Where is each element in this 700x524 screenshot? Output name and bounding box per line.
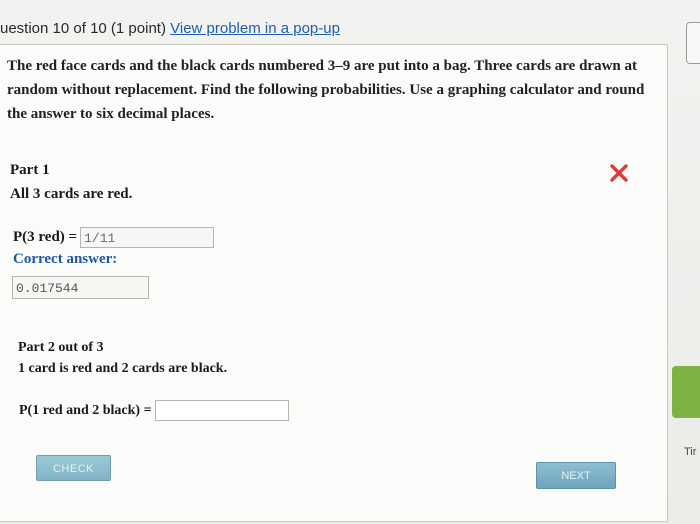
screen: uestion 10 of 10 (1 point) View problem … (0, 0, 700, 524)
part1-prob-label: P(3 red) = (13, 229, 78, 245)
part2-answer-input[interactable] (154, 400, 289, 421)
question-label: uestion 10 of 10 (1 point) (0, 20, 166, 37)
wrong-x-icon (610, 164, 628, 182)
question-header: uestion 10 of 10 (1 point) View problem … (0, 20, 340, 37)
part2-description: 1 card is red and 2 cards are black. (18, 361, 228, 376)
part1-answer-row: P(3 red) = 1/11 (13, 227, 215, 248)
part2-answer-row: P(1 red and 2 black) = (19, 400, 289, 421)
side-panel-tab[interactable] (686, 22, 700, 64)
part1-label: Part 1 (10, 162, 50, 178)
side-green-tab[interactable] (672, 366, 700, 418)
part1-description: All 3 cards are red. (10, 186, 133, 202)
correct-answer-value: 0.017544 (12, 276, 149, 299)
part2-label: Part 2 out of 3 (18, 340, 104, 355)
question-panel: The red face cards and the black cards n… (0, 44, 668, 522)
correct-answer-label: Correct answer: (13, 251, 118, 267)
check-button[interactable]: CHECK (36, 455, 111, 481)
part2-prob-label: P(1 red and 2 black) = (19, 402, 152, 418)
next-button[interactable]: NEXT (536, 462, 616, 489)
problem-statement: The red face cards and the black cards n… (7, 58, 645, 122)
side-tip-label[interactable]: Tir (684, 446, 696, 458)
view-popup-link[interactable]: View problem in a pop-up (170, 20, 340, 37)
part1-answer-field: 1/11 (80, 227, 215, 248)
